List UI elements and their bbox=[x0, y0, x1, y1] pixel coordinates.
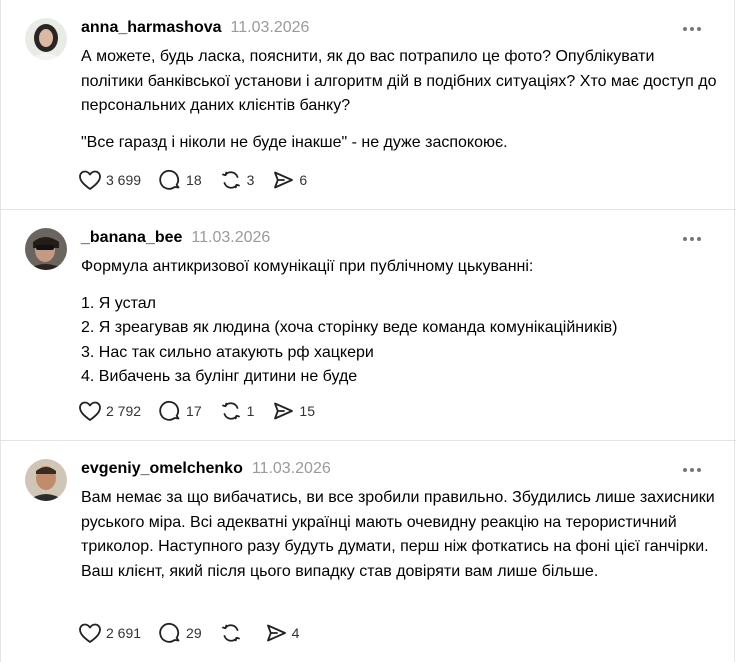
share-icon bbox=[266, 624, 286, 642]
list-item: 4. Вибачень за булінг дитини не буде bbox=[81, 368, 358, 385]
reply-count: 18 bbox=[186, 172, 202, 188]
reply-button[interactable]: 17 bbox=[158, 399, 202, 423]
post-date: 11.03.2026 bbox=[230, 19, 310, 36]
like-button[interactable]: 3 699 bbox=[78, 169, 141, 191]
post-header: anna_harmashova 11.03.2026 bbox=[81, 17, 309, 39]
post-date: 11.03.2026 bbox=[251, 460, 331, 477]
share-count: 6 bbox=[299, 172, 308, 188]
post-paragraph: А можете, будь ласка, пояснити, як до ва… bbox=[81, 48, 717, 114]
repost-button[interactable] bbox=[219, 621, 247, 645]
list-item: 3. Нас так сильно атакують рф хацкери bbox=[81, 343, 374, 361]
post-actions: 3 699 18 3 6 bbox=[78, 168, 324, 192]
heart-icon bbox=[79, 401, 101, 421]
reply-count: 29 bbox=[186, 625, 202, 641]
like-button[interactable]: 2 792 bbox=[78, 400, 141, 422]
post-actions: 2 792 17 1 15 bbox=[78, 399, 332, 423]
repost-button[interactable]: 3 bbox=[219, 168, 255, 192]
reply-count: 17 bbox=[186, 403, 202, 419]
post: _banana_bee 11.03.2026 Формула антикризо… bbox=[1, 210, 736, 441]
repost-button[interactable]: 1 bbox=[219, 399, 255, 423]
post-date: 11.03.2026 bbox=[191, 229, 271, 246]
post-paragraph: "Все гаразд і ніколи не буде інакше" - н… bbox=[81, 133, 508, 151]
comment-icon bbox=[159, 400, 180, 421]
username[interactable]: evgeniy_omelchenko bbox=[81, 460, 243, 478]
comment-icon bbox=[159, 622, 180, 643]
post-paragraph: Вам немає за що вибачатись, ви все зроби… bbox=[81, 489, 715, 580]
more-icon[interactable] bbox=[679, 232, 705, 246]
like-count: 2 792 bbox=[106, 403, 142, 419]
list-item: 1. Я устал bbox=[81, 294, 156, 312]
username[interactable]: anna_harmashova bbox=[81, 19, 222, 37]
post-text: Вам немає за що вибачатись, ви все зроби… bbox=[81, 486, 721, 584]
reply-button[interactable]: 29 bbox=[158, 621, 202, 645]
avatar[interactable] bbox=[25, 459, 67, 501]
repost-count: 1 bbox=[246, 403, 255, 419]
post-text: Формула антикризової комунікації при пуб… bbox=[81, 255, 721, 390]
avatar[interactable] bbox=[25, 228, 67, 270]
share-count: 15 bbox=[299, 403, 315, 419]
repost-icon bbox=[221, 624, 240, 642]
heart-icon bbox=[79, 170, 101, 190]
more-icon[interactable] bbox=[679, 22, 705, 36]
post-text: А можете, будь ласка, пояснити, як до ва… bbox=[81, 45, 721, 155]
like-count: 2 691 bbox=[106, 625, 142, 641]
comment-icon bbox=[159, 169, 180, 190]
repost-icon bbox=[221, 402, 240, 420]
post-actions: 2 691 29 4 bbox=[78, 621, 316, 645]
like-count: 3 699 bbox=[106, 172, 142, 188]
post: evgeniy_omelchenko 11.03.2026 Вам немає … bbox=[1, 441, 736, 662]
list-item: 2. Я зреагував як людина (хоча сторінку … bbox=[81, 319, 618, 336]
share-button[interactable]: 6 bbox=[271, 168, 307, 192]
reply-button[interactable]: 18 bbox=[158, 168, 202, 192]
like-button[interactable]: 2 691 bbox=[78, 622, 141, 644]
share-icon bbox=[274, 171, 294, 189]
username[interactable]: _banana_bee bbox=[81, 229, 182, 247]
share-icon bbox=[274, 402, 294, 420]
post-header: evgeniy_omelchenko 11.03.2026 bbox=[81, 458, 331, 480]
heart-icon bbox=[79, 623, 101, 643]
repost-icon bbox=[221, 171, 240, 189]
share-button[interactable]: 4 bbox=[264, 621, 300, 645]
repost-count: 3 bbox=[246, 172, 255, 188]
more-icon[interactable] bbox=[679, 463, 705, 477]
share-count: 4 bbox=[291, 625, 300, 641]
share-button[interactable]: 15 bbox=[271, 399, 315, 423]
post-header: _banana_bee 11.03.2026 bbox=[81, 227, 270, 249]
thread-frame: anna_harmashova 11.03.2026 А можете, буд… bbox=[0, 0, 736, 662]
avatar[interactable] bbox=[25, 18, 67, 60]
post-paragraph: Формула антикризової комунікації при пуб… bbox=[81, 258, 534, 275]
post: anna_harmashova 11.03.2026 А можете, буд… bbox=[1, 0, 736, 210]
